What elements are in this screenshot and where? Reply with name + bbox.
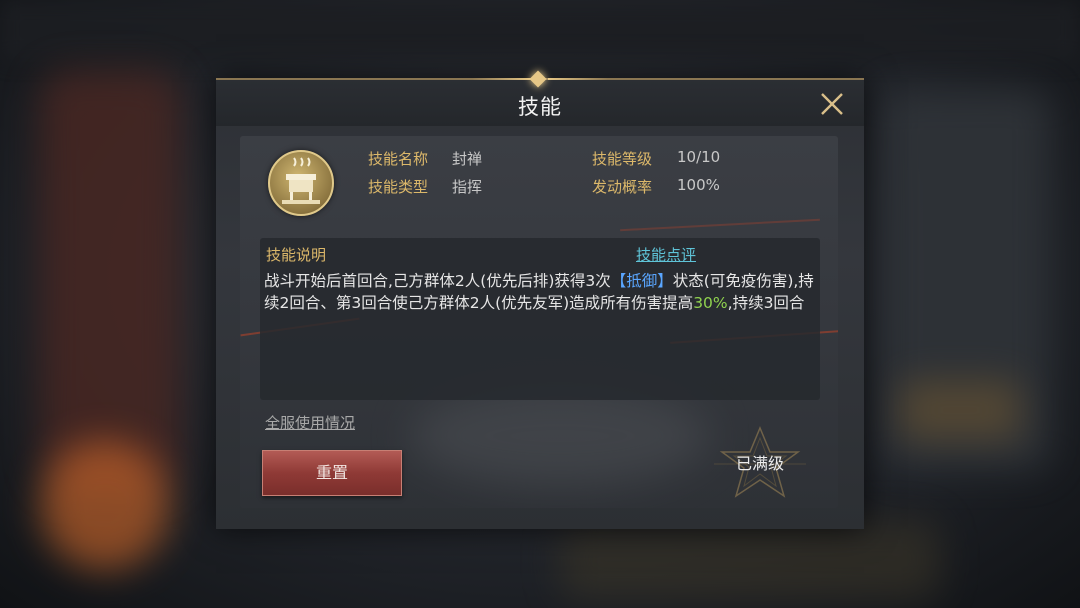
header-ornament-right [548,78,608,80]
keyword-status: 【抵御】 [610,272,673,290]
dialog-title: 技能 [518,95,562,119]
description-part-1: 战斗开始后首回合,己方群体2人(优先后排)获得3次 [264,272,611,290]
header-ornament-left [472,78,532,80]
skill-name-label: 技能名称 [368,150,429,168]
description-part-3: ,持续3回合 [727,294,805,312]
damage-percent: 30% [693,294,728,312]
cauldron-icon [282,157,320,204]
skill-content-panel: 技能名称 封禅 技能类型 指挥 技能等级 10/10 发动概率 100% 技能说… [240,136,838,508]
skill-type-label: 技能类型 [368,178,429,196]
skill-type-value: 指挥 [452,178,483,196]
skill-name-value: 封禅 [452,150,483,168]
reset-button[interactable]: 重置 [262,450,402,496]
dialog-header: 技能 [216,70,864,126]
server-usage-link[interactable]: 全服使用情况 [265,412,355,433]
description-text: 战斗开始后首回合,己方群体2人(优先后排)获得3次【抵御】状态(可免疫伤害),持… [264,270,820,314]
skill-review-link[interactable]: 技能点评 [636,244,696,265]
skill-icon [268,150,334,216]
skill-level-value: 10/10 [677,148,721,166]
skill-description-box: 技能说明 技能点评 战斗开始后首回合,己方群体2人(优先后排)获得3次【抵御】状… [260,238,820,400]
trigger-chance-label: 发动概率 [592,178,653,196]
close-icon [821,93,843,115]
close-button[interactable] [818,90,846,118]
max-level-label: 已满级 [735,454,784,473]
description-title: 技能说明 [266,246,327,264]
skill-level-label: 技能等级 [592,150,653,168]
trigger-chance-value: 100% [677,176,720,194]
skill-dialog: 技能 技能名称 封禅 技能类型 指挥 技能等级 10/10 发动概率 100% … [216,70,864,529]
max-level-badge: 已满级 [714,426,806,502]
